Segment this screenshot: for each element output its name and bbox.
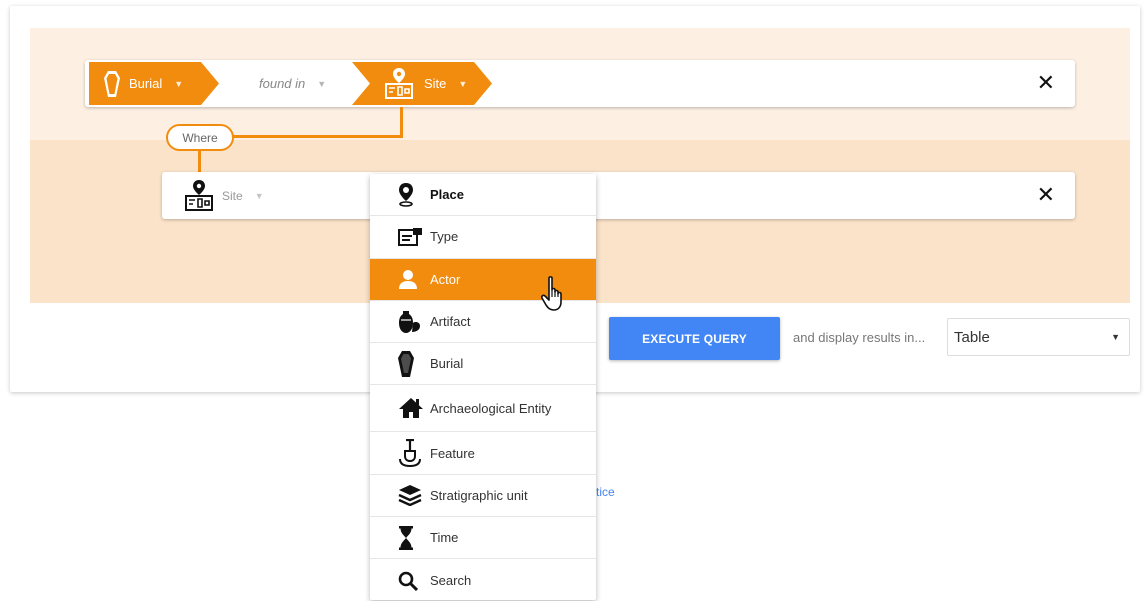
caret-down-icon: ▼ xyxy=(1111,332,1120,342)
query-row-where: Site ▼ ✕ xyxy=(162,172,1075,219)
layers-icon xyxy=(398,483,426,507)
menu-item-label: Place xyxy=(430,187,464,203)
chevron-down-icon: ▼ xyxy=(317,78,327,89)
query-row-main: Burial ▼ found in ▼ Site ▼ ✕ xyxy=(85,60,1075,107)
menu-item-time[interactable]: Time xyxy=(370,517,596,560)
menu-item-archaeological-entity[interactable]: Archaeological Entity xyxy=(370,385,596,433)
menu-item-label: Artifact xyxy=(430,314,471,330)
where-site-label: Site xyxy=(222,188,243,203)
menu-item-label: Archaeological Entity xyxy=(430,400,552,416)
menu-item-burial[interactable]: Burial xyxy=(370,343,596,386)
connector-line xyxy=(400,107,403,137)
subject-burial-chip[interactable]: Burial ▼ xyxy=(89,62,219,105)
where-label: Where xyxy=(182,130,218,145)
coffin-icon xyxy=(104,70,120,97)
chevron-down-icon: ▼ xyxy=(254,190,264,201)
menu-item-search[interactable]: Search xyxy=(370,559,596,600)
entity-type-dropdown: Place Type Actor Artifact Burial Archaeo… xyxy=(370,174,596,600)
menu-item-stratigraphic-unit[interactable]: Stratigraphic unit xyxy=(370,475,596,518)
coffin-icon xyxy=(398,350,426,377)
menu-item-label: Actor xyxy=(430,271,461,287)
person-icon xyxy=(398,267,426,291)
hand-pointer-icon xyxy=(541,276,562,311)
object-label: Site xyxy=(424,76,447,91)
partial-link[interactable]: tice xyxy=(596,485,615,499)
execute-query-button[interactable]: EXECUTE QUERY xyxy=(609,317,780,360)
house-icon xyxy=(398,396,426,420)
search-icon xyxy=(398,569,426,593)
menu-item-place[interactable]: Place xyxy=(370,174,596,217)
menu-item-label: Time xyxy=(430,530,459,546)
remove-row-button[interactable]: ✕ xyxy=(1037,72,1055,94)
connector-line xyxy=(198,150,201,172)
remove-row-button[interactable]: ✕ xyxy=(1037,184,1055,206)
connector-line xyxy=(232,135,403,138)
vase-icon xyxy=(398,310,426,334)
menu-item-label: Search xyxy=(430,573,472,589)
relation-label: found in xyxy=(259,76,306,91)
where-condition-badge[interactable]: Where xyxy=(166,124,234,151)
hourglass-icon xyxy=(398,525,426,550)
menu-item-type[interactable]: Type xyxy=(370,216,596,259)
subject-label: Burial xyxy=(129,76,163,91)
shovel-icon xyxy=(398,439,426,468)
menu-item-label: Burial xyxy=(430,356,464,372)
chevron-down-icon: ▼ xyxy=(458,78,468,89)
site-map-icon xyxy=(185,179,213,211)
menu-item-feature[interactable]: Feature xyxy=(370,432,596,475)
site-map-icon xyxy=(385,67,413,99)
type-tag-icon xyxy=(398,225,426,249)
relation-found-in-chip[interactable]: found in ▼ xyxy=(221,62,357,105)
results-format-value: Table xyxy=(954,328,990,346)
where-site-selector[interactable]: Site ▼ xyxy=(182,178,264,213)
chevron-down-icon: ▼ xyxy=(174,78,184,89)
menu-item-label: Stratigraphic unit xyxy=(430,487,528,503)
object-site-chip[interactable]: Site ▼ xyxy=(352,62,492,105)
results-format-select[interactable]: Table ▼ xyxy=(947,318,1130,356)
menu-item-label: Type xyxy=(430,229,459,245)
map-pin-icon xyxy=(398,182,426,207)
menu-item-label: Feature xyxy=(430,445,475,461)
display-results-label: and display results in... xyxy=(793,330,926,345)
